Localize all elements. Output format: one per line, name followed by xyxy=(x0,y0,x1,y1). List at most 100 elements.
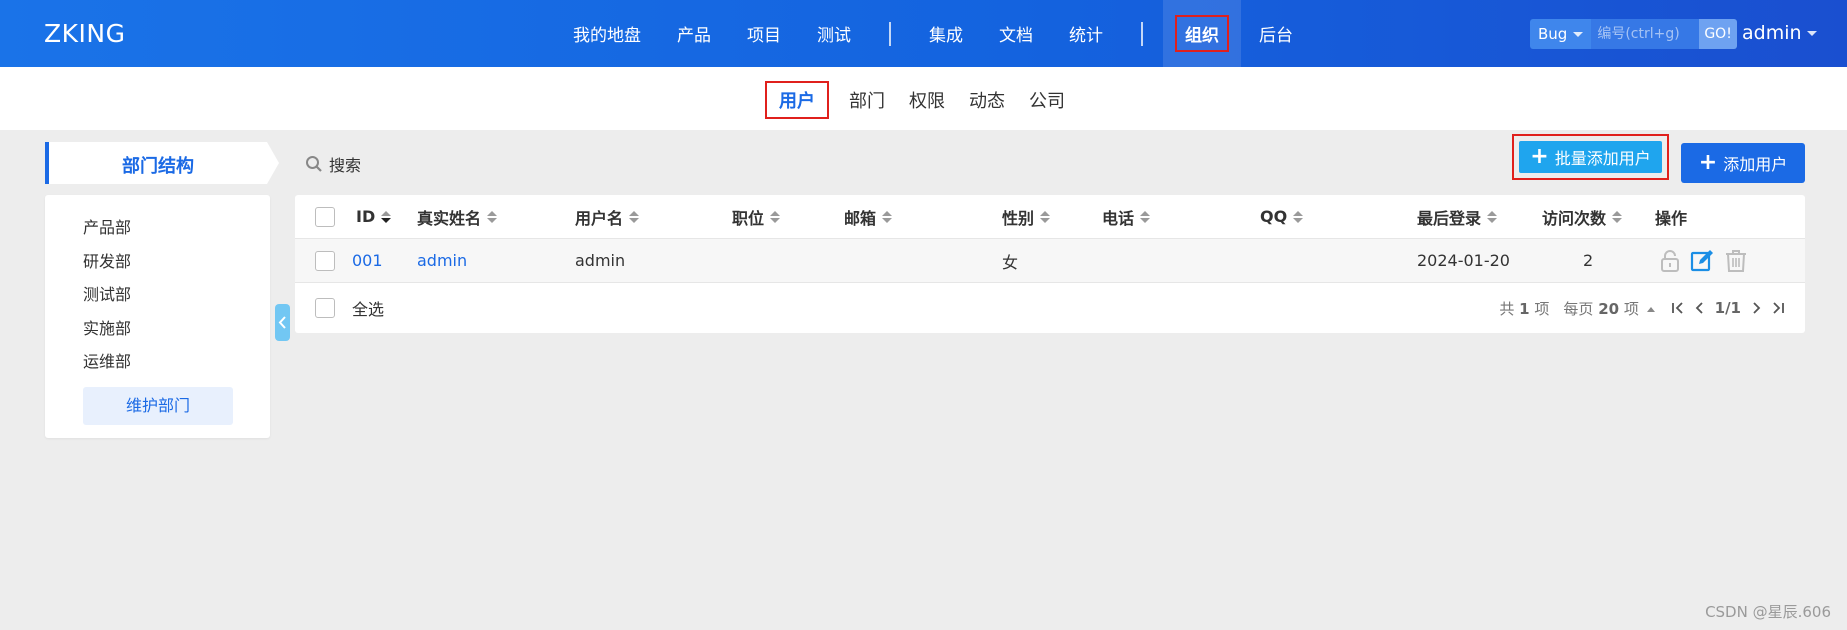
pager-page: 1/1 xyxy=(1714,299,1741,317)
col-header-username[interactable]: 用户名 xyxy=(575,195,640,238)
user-name: admin xyxy=(1742,22,1802,44)
nav-divider xyxy=(889,21,891,46)
user-menu[interactable]: admin xyxy=(1742,22,1817,44)
main-nav: 我的地盘 产品 项目 测试 集成 文档 统计 组织 后台 xyxy=(555,0,1311,67)
nav-docs[interactable]: 文档 xyxy=(981,21,1051,46)
top-navbar: ZKING 我的地盘 产品 项目 测试 集成 文档 统计 组织 后台 Bug G… xyxy=(0,0,1847,67)
plus-icon: + xyxy=(1530,144,1549,169)
add-user-button[interactable]: + 添加用户 xyxy=(1681,143,1805,183)
brand-logo[interactable]: ZKING xyxy=(44,19,125,48)
batch-add-user-highlight: + 批量添加用户 xyxy=(1512,134,1669,180)
nav-stats[interactable]: 统计 xyxy=(1051,21,1121,46)
col-header-id[interactable]: ID xyxy=(356,195,392,238)
watermark: CSDN @星辰.606 xyxy=(1705,603,1831,621)
cell-last-login: 2024-01-20 xyxy=(1417,251,1510,270)
pager-per-page[interactable]: 每页 20 项 xyxy=(1563,298,1655,319)
sort-icon xyxy=(629,210,640,223)
col-header-label: 电话 xyxy=(1102,208,1135,228)
trash-icon[interactable] xyxy=(1724,249,1748,273)
dept-item[interactable]: 测试部 xyxy=(83,278,131,312)
search-type-select[interactable]: Bug xyxy=(1530,19,1592,49)
pager-per-page-count: 20 xyxy=(1598,299,1620,318)
batch-add-user-label: 批量添加用户 xyxy=(1554,149,1651,168)
col-header-last-login[interactable]: 最后登录 xyxy=(1417,195,1498,238)
dept-list: 产品部 研发部 测试部 实施部 运维部 xyxy=(83,211,131,379)
col-header-qq[interactable]: QQ xyxy=(1260,195,1304,238)
sort-icon xyxy=(770,210,781,223)
prev-page-icon[interactable] xyxy=(1693,301,1707,315)
caret-down-icon xyxy=(1573,31,1584,37)
dept-item[interactable]: 产品部 xyxy=(83,211,131,245)
edit-icon[interactable] xyxy=(1690,249,1714,273)
search-input[interactable] xyxy=(1591,19,1700,49)
next-page-icon[interactable] xyxy=(1749,301,1763,315)
subnav-users[interactable]: 用户 xyxy=(765,81,829,119)
col-header-label: 邮箱 xyxy=(844,208,877,228)
subnav-items: 用户 部门 权限 动态 公司 xyxy=(765,81,1079,119)
search-go-button[interactable]: GO! xyxy=(1699,19,1737,49)
sort-icon xyxy=(882,210,893,223)
nav-product[interactable]: 产品 xyxy=(659,21,729,46)
pager-total-prefix: 共 xyxy=(1499,299,1515,318)
subnav-permissions[interactable]: 权限 xyxy=(899,83,955,117)
col-header-label: 最后登录 xyxy=(1417,208,1482,228)
col-header-email[interactable]: 邮箱 xyxy=(844,195,893,238)
col-header-realname[interactable]: 真实姓名 xyxy=(417,195,498,238)
caret-down-icon xyxy=(1806,30,1817,36)
nav-divider xyxy=(1141,21,1143,46)
select-all-checkbox[interactable] xyxy=(315,298,335,318)
sort-icon xyxy=(1293,210,1304,223)
batch-add-user-button[interactable]: + 批量添加用户 xyxy=(1519,141,1662,173)
col-header-position[interactable]: 职位 xyxy=(732,195,781,238)
sub-navbar: 用户 部门 权限 动态 公司 xyxy=(0,67,1847,130)
quick-search: Bug GO! xyxy=(1530,19,1737,49)
row-checkbox[interactable] xyxy=(315,250,335,271)
sort-icon xyxy=(1140,210,1151,223)
cell-gender: 女 xyxy=(1002,252,1019,272)
table-search-toggle[interactable]: 搜索 xyxy=(305,152,361,176)
col-header-label: 性别 xyxy=(1002,208,1035,228)
first-page-icon[interactable] xyxy=(1671,301,1685,315)
select-all-label[interactable]: 全选 xyxy=(352,283,384,333)
sort-icon xyxy=(1487,210,1498,223)
pager-per-page-prefix: 每页 xyxy=(1563,299,1594,318)
nav-organization[interactable]: 组织 xyxy=(1163,0,1241,67)
subnav-activity[interactable]: 动态 xyxy=(959,83,1015,117)
maintain-dept-button[interactable]: 维护部门 xyxy=(83,387,233,425)
subnav-departments[interactable]: 部门 xyxy=(839,83,895,117)
col-header-label: ID xyxy=(356,207,376,226)
dept-item[interactable]: 实施部 xyxy=(83,312,131,346)
col-header-label: QQ xyxy=(1260,207,1288,226)
dept-structure-title: 部门结构 xyxy=(122,156,194,177)
plus-icon: + xyxy=(1698,150,1718,175)
subnav-company[interactable]: 公司 xyxy=(1019,83,1075,117)
row-actions xyxy=(1660,239,1748,282)
nav-admin[interactable]: 后台 xyxy=(1241,21,1311,46)
nav-my-dashboard[interactable]: 我的地盘 xyxy=(555,21,659,46)
last-page-icon[interactable] xyxy=(1771,301,1785,315)
dept-tree-panel: 产品部 研发部 测试部 实施部 运维部 维护部门 xyxy=(45,195,270,438)
nav-test[interactable]: 测试 xyxy=(799,21,869,46)
pager-total-count: 1 xyxy=(1519,299,1530,318)
lock-icon[interactable] xyxy=(1660,249,1680,273)
dept-item[interactable]: 研发部 xyxy=(83,245,131,279)
cell-id[interactable]: 001 xyxy=(352,239,383,282)
table-header-row: ID 真实姓名 用户名 职位 邮箱 性别 电话 QQ 最后登录 访问次数 操作 xyxy=(295,195,1805,239)
cell-realname[interactable]: admin xyxy=(417,239,467,282)
chevron-left-icon xyxy=(278,316,286,329)
search-type-label: Bug xyxy=(1538,25,1568,43)
pager-total-suffix: 项 xyxy=(1534,299,1550,318)
nav-integration[interactable]: 集成 xyxy=(911,21,981,46)
sort-icon xyxy=(1040,210,1051,223)
col-header-phone[interactable]: 电话 xyxy=(1102,195,1151,238)
sort-icon xyxy=(1612,210,1623,223)
search-label: 搜索 xyxy=(329,156,362,175)
nav-project[interactable]: 项目 xyxy=(729,21,799,46)
sort-icon xyxy=(381,210,392,223)
select-all-header-checkbox[interactable] xyxy=(315,206,335,227)
dept-item[interactable]: 运维部 xyxy=(83,345,131,379)
sidebar-collapse-handle[interactable] xyxy=(275,304,290,341)
caret-up-icon xyxy=(1646,306,1655,312)
col-header-visits[interactable]: 访问次数 xyxy=(1542,195,1623,238)
col-header-gender[interactable]: 性别 xyxy=(1002,195,1051,238)
